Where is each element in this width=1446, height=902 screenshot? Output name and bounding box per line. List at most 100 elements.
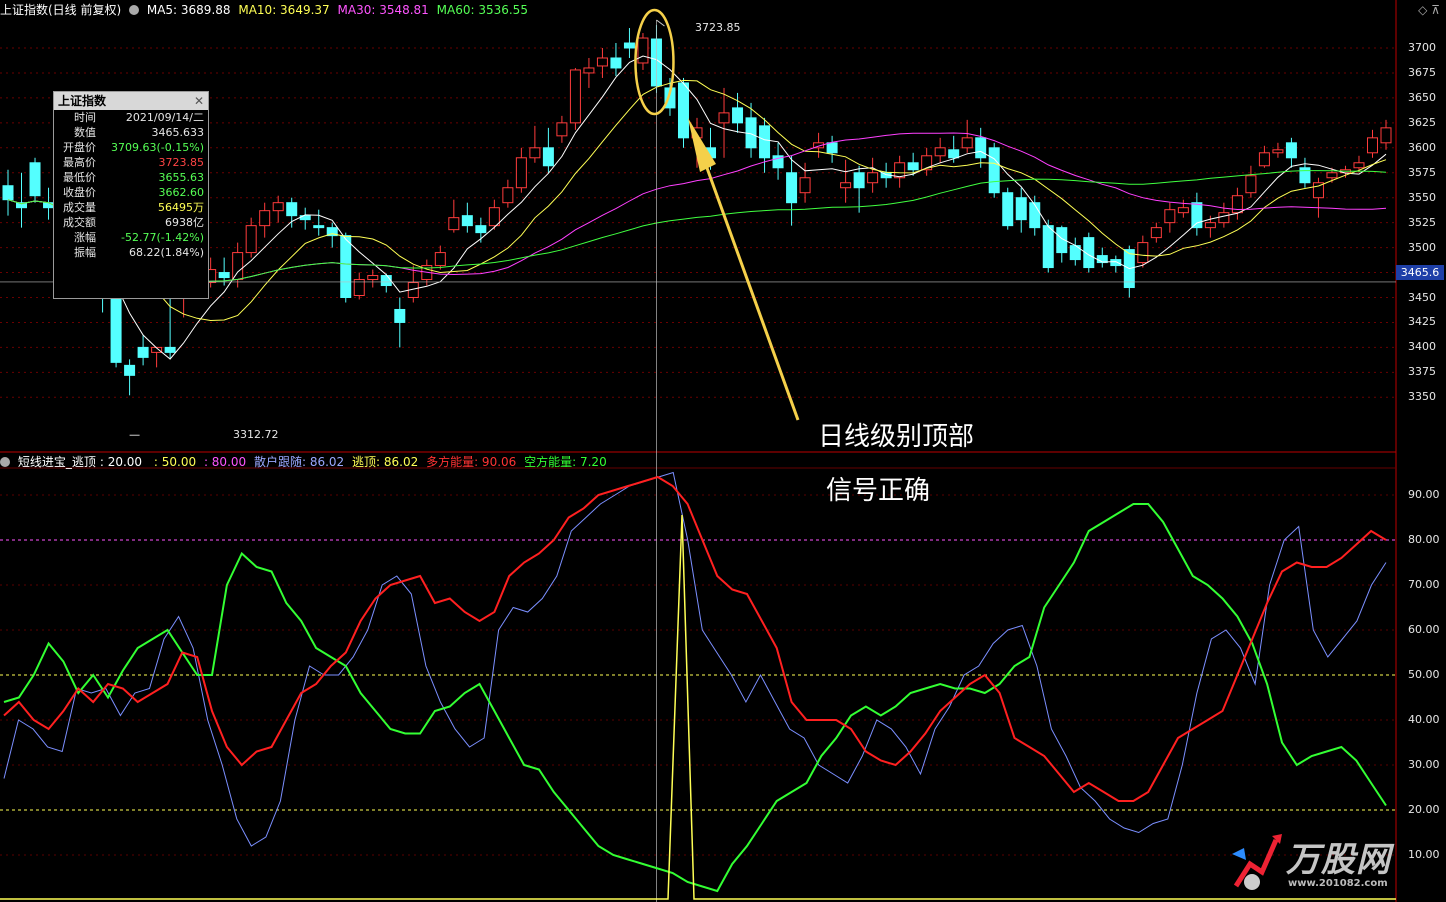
candle-up [840, 182, 852, 189]
indicator-title: 短线进宝_逃顶 [17, 455, 96, 469]
candle-up [367, 275, 379, 281]
candle-down [677, 82, 689, 139]
candle-down [786, 172, 798, 204]
info-row-key: 收盘价 [63, 186, 96, 199]
info-row-key: 最高价 [63, 156, 96, 169]
candle-down [853, 172, 865, 189]
info-row: 最高价 3723.85 [54, 155, 208, 170]
indicator-tick: 20.00 [1408, 803, 1440, 816]
price-tick: 3350 [1408, 390, 1436, 404]
candle-down [313, 225, 325, 229]
info-row: 成交额 6938亿 [54, 215, 208, 230]
info-row-key: 时间 [74, 111, 96, 124]
price-tick: 3425 [1408, 315, 1436, 329]
info-row-value: 68.22(1.84%) [128, 246, 204, 259]
blue-series [3, 471, 1387, 847]
indicator-tick: 40.00 [1408, 713, 1440, 726]
info-row-value: 56495万 [158, 201, 204, 214]
annotation-signal-correct: 信号正确 [826, 476, 931, 506]
candle-up [1218, 212, 1230, 224]
annotation-arrow-head [688, 118, 716, 172]
candle-up [934, 147, 946, 157]
candle-up [245, 225, 257, 254]
candle-up [1177, 207, 1189, 214]
candle-up [894, 162, 906, 179]
candle-up [1258, 152, 1270, 167]
candle-down [542, 147, 554, 167]
price-tick: 3550 [1408, 190, 1436, 204]
candle-up [1150, 227, 1162, 239]
candle-down [1191, 202, 1203, 229]
candle-down [975, 137, 987, 159]
candle-up [272, 202, 284, 212]
info-row-value: 2021/09/14/二 [125, 111, 204, 124]
candle-down [380, 275, 392, 287]
info-row-value: 3709.63(-0.15%) [111, 141, 204, 154]
chart-canvas[interactable] [0, 0, 1446, 902]
candle-up [637, 37, 649, 64]
candle-up [596, 57, 608, 67]
info-panel-title: 上证指数 ✕ [54, 92, 208, 110]
quote-info-panel[interactable]: 上证指数 ✕ 时间 2021/09/14/二 数值 3465.633 开盘价 3709.6… [53, 91, 209, 299]
candle-down [610, 57, 622, 69]
info-title-text: 上证指数 [58, 94, 107, 108]
indicator-tick: 50.00 [1408, 668, 1440, 681]
annotation-top-signal: 日线级别顶部 [818, 422, 975, 452]
candle-up [1245, 175, 1257, 194]
candle-down [1015, 197, 1027, 221]
price-tick: 3625 [1408, 115, 1436, 129]
info-row-key: 数值 [74, 126, 96, 139]
escape-top-signal [0, 514, 1396, 900]
indicator-tick: 70.00 [1408, 578, 1440, 591]
info-row-key: 成交额 [63, 216, 96, 229]
close-icon[interactable]: ✕ [194, 92, 204, 110]
info-row: 开盘价 3709.63(-0.15%) [54, 140, 208, 155]
candle-down [1285, 142, 1297, 159]
ma60-line [7, 170, 1387, 283]
candle-up [569, 69, 581, 124]
info-row-value: 3723.85 [158, 156, 205, 169]
candle-down [1299, 167, 1311, 184]
watermark-logo-icon [1232, 834, 1282, 890]
low-price-label: 3312.72 [233, 428, 279, 441]
indicator-name[interactable]: 短线进宝_逃顶: 20.00 [18, 455, 146, 469]
info-row: 数值 3465.633 [54, 125, 208, 140]
info-row-key: 成交量 [63, 201, 96, 214]
high-pointer [656, 19, 665, 27]
info-row-value: 3655.63 [158, 171, 205, 184]
price-tick: 3600 [1408, 140, 1436, 154]
candle-down [340, 235, 352, 298]
candle-up [259, 210, 271, 227]
candle-down [1042, 225, 1054, 269]
info-row-value: 6938亿 [165, 216, 204, 229]
info-row-key: 开盘价 [63, 141, 96, 154]
indicator-tick: 60.00 [1408, 623, 1440, 636]
info-rows: 时间 2021/09/14/二 数值 3465.633 开盘价 3709.63(-0.15… [54, 110, 208, 260]
price-tick: 3700 [1408, 41, 1436, 54]
info-row: 时间 2021/09/14/二 [54, 110, 208, 125]
info-row: 涨幅 -52.77(-1.42%) [54, 230, 208, 245]
candle-down [2, 185, 14, 201]
candle-up [448, 217, 460, 231]
candle-up [867, 172, 879, 184]
candle-down [137, 346, 149, 358]
ma10-line [7, 79, 1387, 322]
candle-up [718, 112, 730, 124]
candle-down [29, 162, 41, 197]
candle-down [1110, 259, 1122, 267]
price-tick: 3650 [1408, 90, 1436, 104]
candle-up [1353, 162, 1365, 169]
candle-up [1231, 195, 1243, 214]
info-row: 收盘价 3662.60 [54, 185, 208, 200]
candle-up [488, 207, 500, 227]
candle-down [461, 215, 473, 227]
candle-up [434, 252, 446, 267]
candle-down [732, 107, 744, 124]
candle-up [556, 122, 568, 137]
watermark-text: 万股网 [1286, 840, 1391, 880]
candle-down [623, 42, 635, 49]
watermark-url: www.201082.com [1288, 878, 1388, 889]
settings-icon[interactable] [0, 457, 10, 467]
candle-down [826, 142, 838, 154]
candle-up [799, 177, 811, 194]
